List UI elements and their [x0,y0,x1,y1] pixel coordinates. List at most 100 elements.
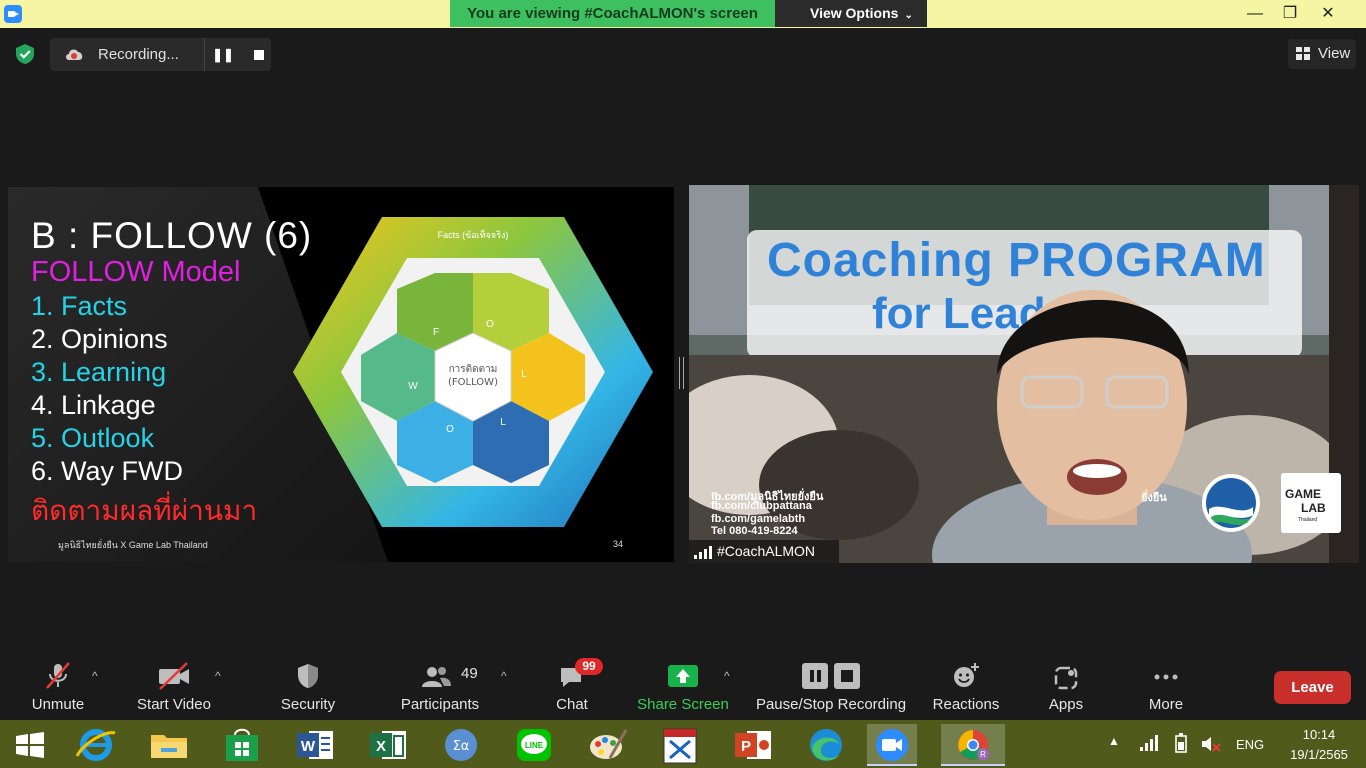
participants-button[interactable]: 49 Participants [390,656,490,718]
video-options-caret[interactable]: ^ [215,669,221,683]
show-hidden-icons-button[interactable]: ▲ [1108,734,1120,748]
reactions-label: Reactions [932,696,1000,713]
participants-label: Participants [400,696,480,713]
svg-text:X: X [376,738,386,755]
share-screen-button[interactable]: Share Screen [634,656,732,718]
more-label: More [1148,696,1184,713]
apps-button[interactable]: Apps [1026,656,1106,718]
store-icon[interactable] [217,724,267,766]
game-lab-logo-text: LAB [1301,501,1326,515]
contact-line: Tel 080-419-8224 [711,525,798,537]
divider [204,38,205,71]
diagram-center-en: (FOLLOW) [448,377,498,388]
chrome-icon: R [958,730,989,760]
clock-time[interactable]: 10:14 [1290,727,1348,742]
chrome-task-button[interactable]: R [941,724,1005,766]
view-button[interactable]: View [1288,39,1356,69]
unmute-button[interactable]: Unmute [18,656,98,718]
pause-stop-recording-label: Pause/Stop Recording [755,696,907,713]
encryption-shield-icon[interactable] [14,43,36,65]
slide-thai-caption: ติดตามผลที่ผ่านมา [31,495,258,526]
diagram-letter: O [446,424,454,435]
start-video-label: Start Video [137,696,211,713]
diagram-letter: L [521,369,527,380]
start-video-button[interactable]: Start Video [128,656,220,718]
title-bar: You are viewing #CoachALMON's screen Vie… [0,0,1366,28]
volume-muted-icon[interactable] [1201,735,1221,753]
close-button[interactable]: ✕ [1305,0,1351,28]
view-label: View [1318,45,1351,62]
follow-model-diagram: การติดตาม (FOLLOW) F O L L O W Facts (ข้… [293,217,653,527]
reactions-button[interactable]: Reactions [926,656,1006,718]
muted-microphone-icon [46,662,70,689]
word-icon[interactable]: W [290,724,340,766]
audio-options-caret[interactable]: ^ [92,669,98,683]
participants-options-caret[interactable]: ^ [501,669,507,683]
diagram-letter: L [500,417,506,428]
diagram-letter: W [408,381,418,392]
zoom-task-button[interactable] [867,724,917,766]
game-lab-logo: GAME LAB Thailand [1281,473,1341,533]
math-input-icon[interactable]: Σα [436,724,486,766]
participant-count: 49 [461,665,478,682]
video-off-icon [159,662,189,690]
pause-stop-recording-button[interactable]: Pause/Stop Recording [752,656,910,718]
slide-subtitle: FOLLOW Model [31,256,241,288]
file-explorer-icon[interactable] [144,724,194,766]
paint-icon[interactable] [582,724,632,766]
more-dots-icon [1154,674,1178,680]
slide-list-item: 6. Way FWD [31,456,183,486]
contact-line: fb.com/gamelabth [711,513,806,525]
view-options-label: View Options [810,5,899,21]
slide-list-item: 1. Facts [31,291,128,321]
diagram-letter: O [486,319,494,330]
svg-text:R: R [980,750,986,759]
zoom-icon [876,729,908,761]
pause-stop-icon [802,663,860,689]
security-label: Security [280,696,336,713]
chevron-down-icon: ⌄ [904,10,913,21]
chat-button[interactable]: 99 Chat [532,656,612,718]
network-signal-icon[interactable] [1140,735,1158,751]
pause-recording-button[interactable]: ❚❚ [210,42,236,67]
contact-line: fb.com/clubpattana [711,500,812,512]
edge-icon[interactable] [801,724,851,766]
internet-explorer-icon[interactable] [71,724,121,766]
participant-video-tile[interactable]: Coaching PROGRAM for Leader fb.com/มูลนิ… [689,185,1359,563]
split-view-divider[interactable] [679,357,684,389]
clock-date[interactable]: 19/1/2565 [1290,747,1348,762]
svg-text:W: W [301,738,316,755]
viewing-screen-banner: You are viewing #CoachALMON's screen [450,0,775,27]
security-button[interactable]: Security [268,656,348,718]
start-icon[interactable] [5,724,55,766]
zoom-meeting-window: You are viewing #CoachALMON's screen Vie… [0,0,1366,768]
svg-text:Σα: Σα [453,739,470,754]
diagram-outer-top-label: Facts (ข้อเท็จจริง) [438,228,509,240]
shared-screen-slide: B : FOLLOW (6) FOLLOW Model 1. Facts 2. … [8,187,674,562]
leave-button[interactable]: Leave [1274,671,1351,704]
share-options-caret[interactable]: ^ [724,669,730,683]
powerpoint-icon[interactable]: P [728,724,778,766]
stop-recording-button[interactable] [246,42,272,67]
line-icon[interactable]: LINE [509,724,559,766]
slide-page-number: 34 [613,539,624,549]
view-options-button[interactable]: View Options ⌄ [775,0,927,27]
partner-logo-text: ยั่งยืน [1141,492,1167,504]
chat-label: Chat [556,696,588,713]
input-language-indicator[interactable]: ENG [1236,737,1264,752]
minimize-button[interactable]: — [1240,0,1270,28]
apps-label: Apps [1048,696,1084,713]
security-shield-icon [298,664,318,688]
chat-unread-badge: 99 [575,658,603,675]
svg-text:LINE: LINE [525,741,544,750]
battery-icon[interactable] [1172,733,1190,753]
excel-icon[interactable]: X [363,724,413,766]
svg-text:P: P [741,738,751,755]
more-button[interactable]: More [1126,656,1206,718]
maximize-button[interactable]: ❐ [1275,0,1305,28]
connection-signal-icon [694,546,712,559]
recording-label: Recording... [98,46,179,63]
windows-taskbar: W X Σα LINE P R ▲ ENG 10:14 19/1/2565 [0,720,1366,768]
lisrel-icon[interactable] [655,724,705,766]
recording-indicator: Recording... ❚❚ [50,38,271,71]
